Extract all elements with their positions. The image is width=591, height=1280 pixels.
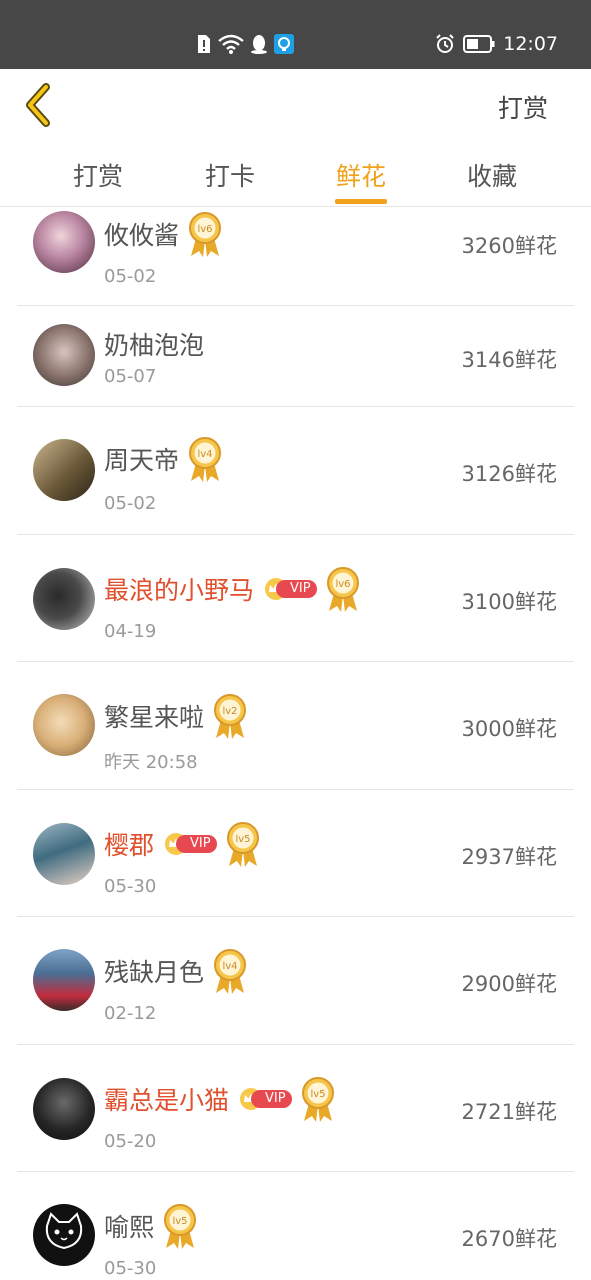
cat-face-icon xyxy=(45,1212,83,1250)
user-name: 周天帝 xyxy=(104,446,180,475)
list-item[interactable]: 喻熙 lv5 05-30 2670鲜花 xyxy=(17,1172,574,1280)
list-item[interactable]: 周天帝 lv4 05-02 3126鲜花 xyxy=(17,407,574,535)
flower-ranking-list: 攸攸酱 lv6 05-02 3260鲜花 奶柚泡泡 05-07 3146鲜花 周… xyxy=(0,208,591,1280)
tab-flowers[interactable]: 鲜花 xyxy=(321,157,401,193)
list-item[interactable]: 攸攸酱 lv6 05-02 3260鲜花 xyxy=(17,208,574,306)
user-name: 樱郡 xyxy=(104,831,155,860)
vip-label: VIP xyxy=(276,580,317,598)
user-name: 喻熙 xyxy=(104,1213,155,1242)
level-label: lv5 xyxy=(172,1216,187,1227)
chevron-left-icon xyxy=(26,83,50,127)
level-label: lv4 xyxy=(222,961,237,972)
date-label: 05-02 xyxy=(104,266,157,287)
avatar xyxy=(33,1078,95,1140)
vip-badge: VIP xyxy=(239,1088,292,1110)
tab-reward[interactable]: 打赏 xyxy=(58,157,138,193)
user-name: 最浪的小野马 xyxy=(104,576,255,605)
status-icons-left xyxy=(196,33,294,55)
level-label: lv4 xyxy=(197,449,212,460)
avatar xyxy=(33,211,95,273)
date-label: 05-02 xyxy=(104,493,157,514)
back-button[interactable] xyxy=(20,83,60,127)
flower-amount: 3100鲜花 xyxy=(461,590,557,614)
vip-badge: VIP xyxy=(164,833,217,855)
tab-favorites[interactable]: 收藏 xyxy=(452,157,532,193)
flower-amount: 3146鲜花 xyxy=(461,348,557,372)
level-medal-icon: lv6 xyxy=(187,210,223,258)
date-label: 昨天 20:58 xyxy=(104,752,198,773)
battery-icon xyxy=(463,35,495,53)
level-label: lv2 xyxy=(222,706,237,717)
status-time: 12:07 xyxy=(503,33,558,55)
list-item[interactable]: 霸总是小猫 VIP lv5 05-20 2721鲜花 xyxy=(17,1045,574,1172)
date-label: 05-30 xyxy=(104,1258,157,1279)
status-bar: 12:07 xyxy=(0,0,591,69)
flower-amount: 3260鲜花 xyxy=(461,234,557,258)
list-item[interactable]: 繁星来啦 lv2 昨天 20:58 3000鲜花 xyxy=(17,662,574,790)
user-name: 繁星来啦 xyxy=(104,703,205,732)
vip-label: VIP xyxy=(176,835,217,853)
level-label: lv6 xyxy=(197,224,212,235)
list-item[interactable]: 樱郡 VIP lv5 05-30 2937鲜花 xyxy=(17,790,574,917)
app-notify-icon xyxy=(274,34,294,54)
list-item[interactable]: 最浪的小野马 VIP lv6 04-19 3100鲜花 xyxy=(17,535,574,662)
level-medal-icon: lv4 xyxy=(212,947,248,995)
flower-amount: 3000鲜花 xyxy=(461,717,557,741)
avatar xyxy=(33,439,95,501)
level-label: lv5 xyxy=(310,1089,325,1100)
active-tab-indicator xyxy=(335,199,387,204)
user-name: 霸总是小猫 xyxy=(104,1086,230,1115)
wifi-icon xyxy=(218,34,244,54)
qq-icon xyxy=(251,35,267,54)
top-bar: 打赏 xyxy=(0,69,591,141)
vip-badge: VIP xyxy=(264,578,317,600)
reward-action-button[interactable]: 打赏 xyxy=(498,89,548,125)
user-name: 残缺月色 xyxy=(104,958,205,987)
flower-amount: 2670鲜花 xyxy=(461,1227,557,1251)
level-label: lv5 xyxy=(235,834,250,845)
level-label: lv6 xyxy=(335,579,350,590)
status-icons-right: 12:07 xyxy=(435,33,558,55)
level-medal-icon: lv4 xyxy=(187,435,223,483)
vip-label: VIP xyxy=(251,1090,292,1108)
avatar xyxy=(33,1204,95,1266)
flower-amount: 3126鲜花 xyxy=(461,462,557,486)
flower-amount: 2937鲜花 xyxy=(461,845,557,869)
list-item[interactable]: 奶柚泡泡 05-07 3146鲜花 xyxy=(17,306,574,407)
level-medal-icon: lv5 xyxy=(225,820,261,868)
date-label: 05-20 xyxy=(104,1131,157,1152)
date-label: 04-19 xyxy=(104,621,157,642)
flower-amount: 2900鲜花 xyxy=(461,972,557,996)
avatar xyxy=(33,324,95,386)
avatar xyxy=(33,568,95,630)
date-label: 05-07 xyxy=(104,366,157,387)
date-label: 02-12 xyxy=(104,1003,157,1024)
level-medal-icon: lv5 xyxy=(162,1202,198,1250)
avatar xyxy=(33,694,95,756)
avatar xyxy=(33,949,95,1011)
tab-bar: 打赏 打卡 鲜花 收藏 xyxy=(0,141,591,207)
alarm-icon xyxy=(436,34,454,53)
user-name: 攸攸酱 xyxy=(104,221,180,250)
avatar xyxy=(33,823,95,885)
list-item[interactable]: 残缺月色 lv4 02-12 2900鲜花 xyxy=(17,917,574,1045)
level-medal-icon: lv2 xyxy=(212,692,248,740)
level-medal-icon: lv5 xyxy=(300,1075,336,1123)
user-name: 奶柚泡泡 xyxy=(104,331,205,360)
tab-checkin[interactable]: 打卡 xyxy=(190,157,270,193)
level-medal-icon: lv6 xyxy=(325,565,361,613)
date-label: 05-30 xyxy=(104,876,157,897)
flower-amount: 2721鲜花 xyxy=(461,1100,557,1124)
sim-alert-icon xyxy=(198,35,210,53)
